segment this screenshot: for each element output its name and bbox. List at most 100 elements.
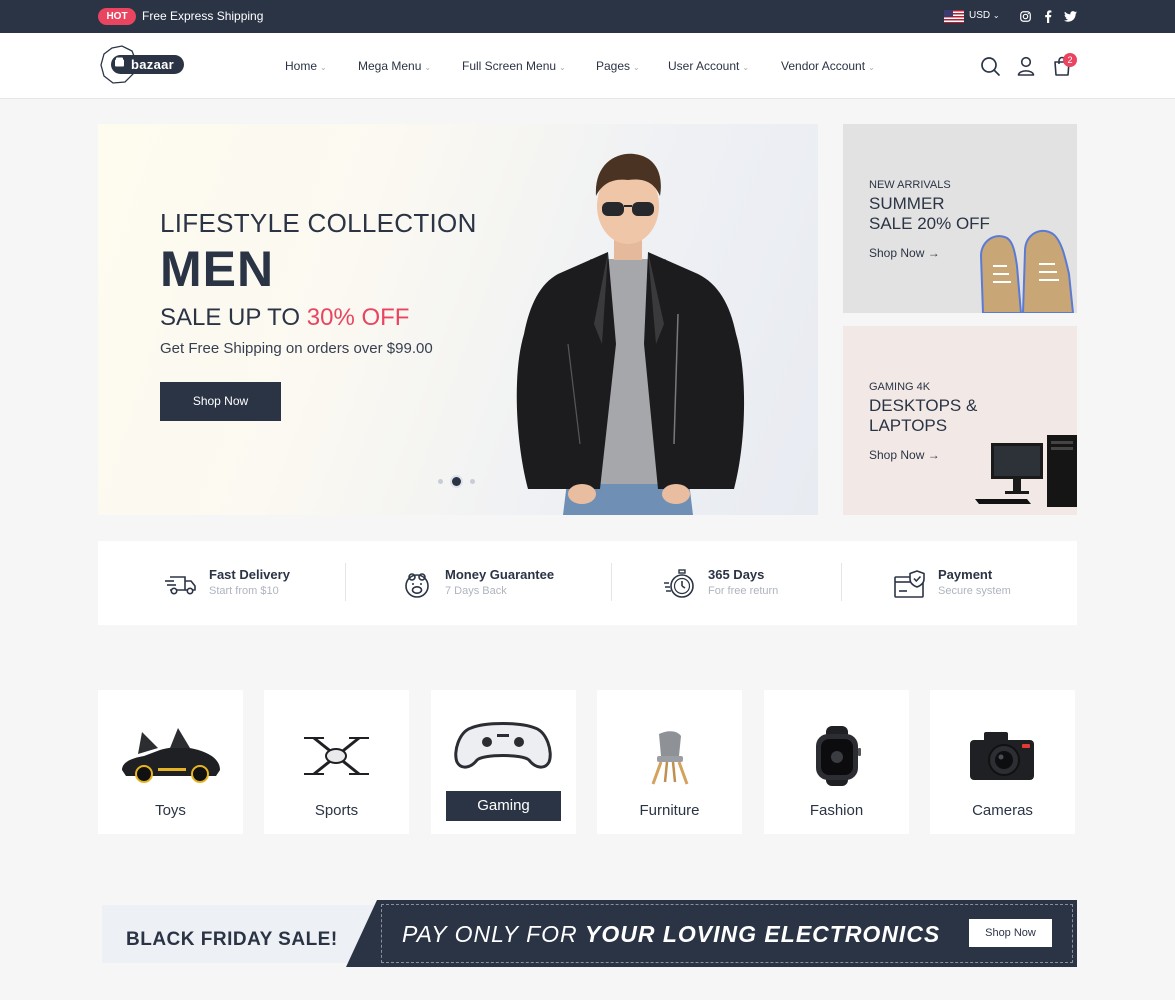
search-icon[interactable] bbox=[979, 55, 1001, 77]
promo-kicker: GAMING 4K bbox=[869, 381, 931, 393]
promo-shop-now-link[interactable]: Shop Now → bbox=[869, 448, 940, 462]
service-divider bbox=[611, 563, 612, 601]
piggy-bank-icon bbox=[400, 567, 434, 601]
promo-title-line2: SALE 20% OFF bbox=[869, 214, 990, 233]
nav-home[interactable]: Home ⌄ bbox=[285, 59, 327, 73]
promo-title-line1: DESKTOPS & bbox=[869, 396, 978, 415]
nav-pages-label: Pages bbox=[596, 59, 631, 73]
instagram-icon[interactable] bbox=[1018, 9, 1032, 23]
chair-icon bbox=[617, 726, 722, 786]
carousel-dot[interactable] bbox=[438, 479, 443, 484]
user-icon[interactable] bbox=[1015, 55, 1037, 77]
sneakers-image bbox=[979, 229, 1075, 313]
banner-tagline-bold: YOUR LOVING ELECTRONICS bbox=[585, 921, 941, 947]
twitter-icon[interactable] bbox=[1063, 9, 1077, 23]
toy-car-icon bbox=[118, 726, 223, 786]
promo-title: SUMMER SALE 20% OFF bbox=[869, 194, 990, 234]
service-title: 365 Days bbox=[708, 567, 765, 582]
nav-vendor-account[interactable]: Vendor Account ⌄ bbox=[781, 59, 875, 73]
hero-sale-accent: 30% OFF bbox=[306, 304, 410, 331]
secure-payment-icon bbox=[893, 567, 927, 601]
promo-title-line1: SUMMER bbox=[869, 194, 945, 213]
category-toys[interactable]: Toys bbox=[98, 690, 243, 834]
arrow-right-icon: → bbox=[927, 448, 940, 462]
nav-full-screen-menu-label: Full Screen Menu bbox=[462, 59, 557, 73]
facebook-icon[interactable] bbox=[1041, 9, 1055, 23]
category-label: Cameras bbox=[972, 802, 1033, 819]
services-bar: Fast Delivery Start from $10 Money Guara… bbox=[98, 541, 1077, 625]
currency-selector[interactable]: USD ⌄ bbox=[969, 10, 1000, 21]
nav-pages[interactable]: Pages ⌄ bbox=[596, 59, 640, 73]
nav-full-screen-menu[interactable]: Full Screen Menu ⌄ bbox=[462, 59, 566, 73]
currency-label: USD bbox=[969, 10, 991, 21]
drone-icon bbox=[284, 726, 389, 786]
category-furniture[interactable]: Furniture bbox=[597, 690, 742, 834]
watch-icon bbox=[784, 726, 889, 786]
hero-title: MEN bbox=[160, 241, 275, 297]
category-cameras[interactable]: Cameras bbox=[930, 690, 1075, 834]
hero-shop-now-button[interactable]: Shop Now bbox=[160, 382, 281, 421]
promo-link-label: Shop Now bbox=[869, 448, 925, 462]
category-label: Toys bbox=[155, 802, 186, 819]
stopwatch-icon bbox=[663, 567, 697, 601]
arrow-right-icon: → bbox=[927, 246, 940, 260]
service-subtitle: For free return bbox=[708, 585, 779, 597]
service-title: Payment bbox=[938, 567, 993, 582]
black-friday-banner: BLACK FRIDAY SALE! PAY ONLY FOR YOUR LOV… bbox=[98, 900, 1077, 967]
service-divider bbox=[345, 563, 346, 601]
service-subtitle: 7 Days Back bbox=[445, 585, 507, 597]
promo-title-line2: LAPTOPS bbox=[869, 416, 948, 435]
carousel-dot[interactable] bbox=[470, 479, 475, 484]
bazaar-logo[interactable]: bazaar bbox=[100, 45, 186, 85]
chevron-down-icon: ⌄ bbox=[633, 63, 640, 72]
truck-icon bbox=[164, 567, 198, 601]
us-flag-icon[interactable] bbox=[944, 10, 964, 23]
desktop-computer-image bbox=[975, 435, 1077, 507]
hero-subtitle: LIFESTYLE COLLECTION bbox=[160, 208, 477, 238]
camera-icon bbox=[950, 726, 1055, 786]
cart-count-badge: 2 bbox=[1063, 53, 1077, 67]
gamepad-icon bbox=[451, 712, 556, 772]
nav-user-account[interactable]: User Account ⌄ bbox=[668, 59, 749, 73]
service-title: Money Guarantee bbox=[445, 567, 555, 582]
banner-tagline-prefix: PAY ONLY FOR bbox=[402, 921, 586, 947]
nav-mega-menu-label: Mega Menu bbox=[358, 59, 422, 73]
site-header: bazaar Home ⌄ Mega Menu ⌄ Full Screen Menu… bbox=[0, 33, 1175, 99]
banner-shop-now-button[interactable]: Shop Now bbox=[969, 919, 1052, 947]
promo-link-label: Shop Now bbox=[869, 246, 925, 260]
category-label: Fashion bbox=[809, 802, 864, 819]
chevron-down-icon: ⌄ bbox=[559, 63, 566, 72]
chevron-down-icon: ⌄ bbox=[868, 63, 875, 72]
chevron-down-icon: ⌄ bbox=[742, 63, 750, 72]
banner-left-text: BLACK FRIDAY SALE! bbox=[126, 929, 338, 950]
nav-mega-menu[interactable]: Mega Menu ⌄ bbox=[358, 59, 431, 73]
hero-sale-prefix: SALE UP TO bbox=[160, 304, 307, 331]
category-sports[interactable]: Sports bbox=[264, 690, 409, 834]
service-subtitle: Secure system bbox=[938, 585, 1011, 597]
category-label: Sports bbox=[314, 802, 359, 819]
chevron-down-icon: ⌄ bbox=[424, 63, 432, 72]
category-fashion[interactable]: Fashion bbox=[764, 690, 909, 834]
service-title: Fast Delivery bbox=[209, 567, 290, 582]
service-subtitle: Start from $10 bbox=[209, 585, 279, 597]
hero-model-image bbox=[498, 144, 758, 515]
category-label: Gaming bbox=[446, 791, 561, 821]
carousel-dot-active[interactable] bbox=[452, 477, 461, 486]
banner-tagline: PAY ONLY FOR YOUR LOVING ELECTRONICS bbox=[402, 921, 940, 948]
nav-vendor-account-label: Vendor Account bbox=[781, 59, 866, 73]
promo-desktops-laptops[interactable]: GAMING 4K DESKTOPS & LAPTOPS Shop Now → bbox=[843, 326, 1077, 515]
promo-title: DESKTOPS & LAPTOPS bbox=[869, 396, 977, 436]
category-gaming[interactable]: Gaming bbox=[431, 690, 576, 834]
promo-summer-sale[interactable]: NEW ARRIVALS SUMMER SALE 20% OFF Shop No… bbox=[843, 124, 1077, 313]
promo-shop-now-link[interactable]: Shop Now → bbox=[869, 246, 940, 260]
nav-user-account-label: User Account bbox=[668, 59, 740, 73]
service-divider bbox=[841, 563, 842, 601]
hero-banner: LIFESTYLE COLLECTION MEN SALE UP TO 30% … bbox=[98, 124, 818, 515]
hot-badge: HOT bbox=[98, 8, 136, 25]
chevron-down-icon: ⌄ bbox=[320, 63, 327, 72]
topbar: HOT Free Express Shipping USD ⌄ bbox=[0, 0, 1175, 33]
category-label: Furniture bbox=[639, 802, 700, 819]
hero-note: Get Free Shipping on orders over $99.00 bbox=[160, 340, 433, 357]
hero-sale-text: SALE UP TO 30% OFF bbox=[160, 304, 409, 332]
chevron-down-icon: ⌄ bbox=[992, 11, 1000, 20]
